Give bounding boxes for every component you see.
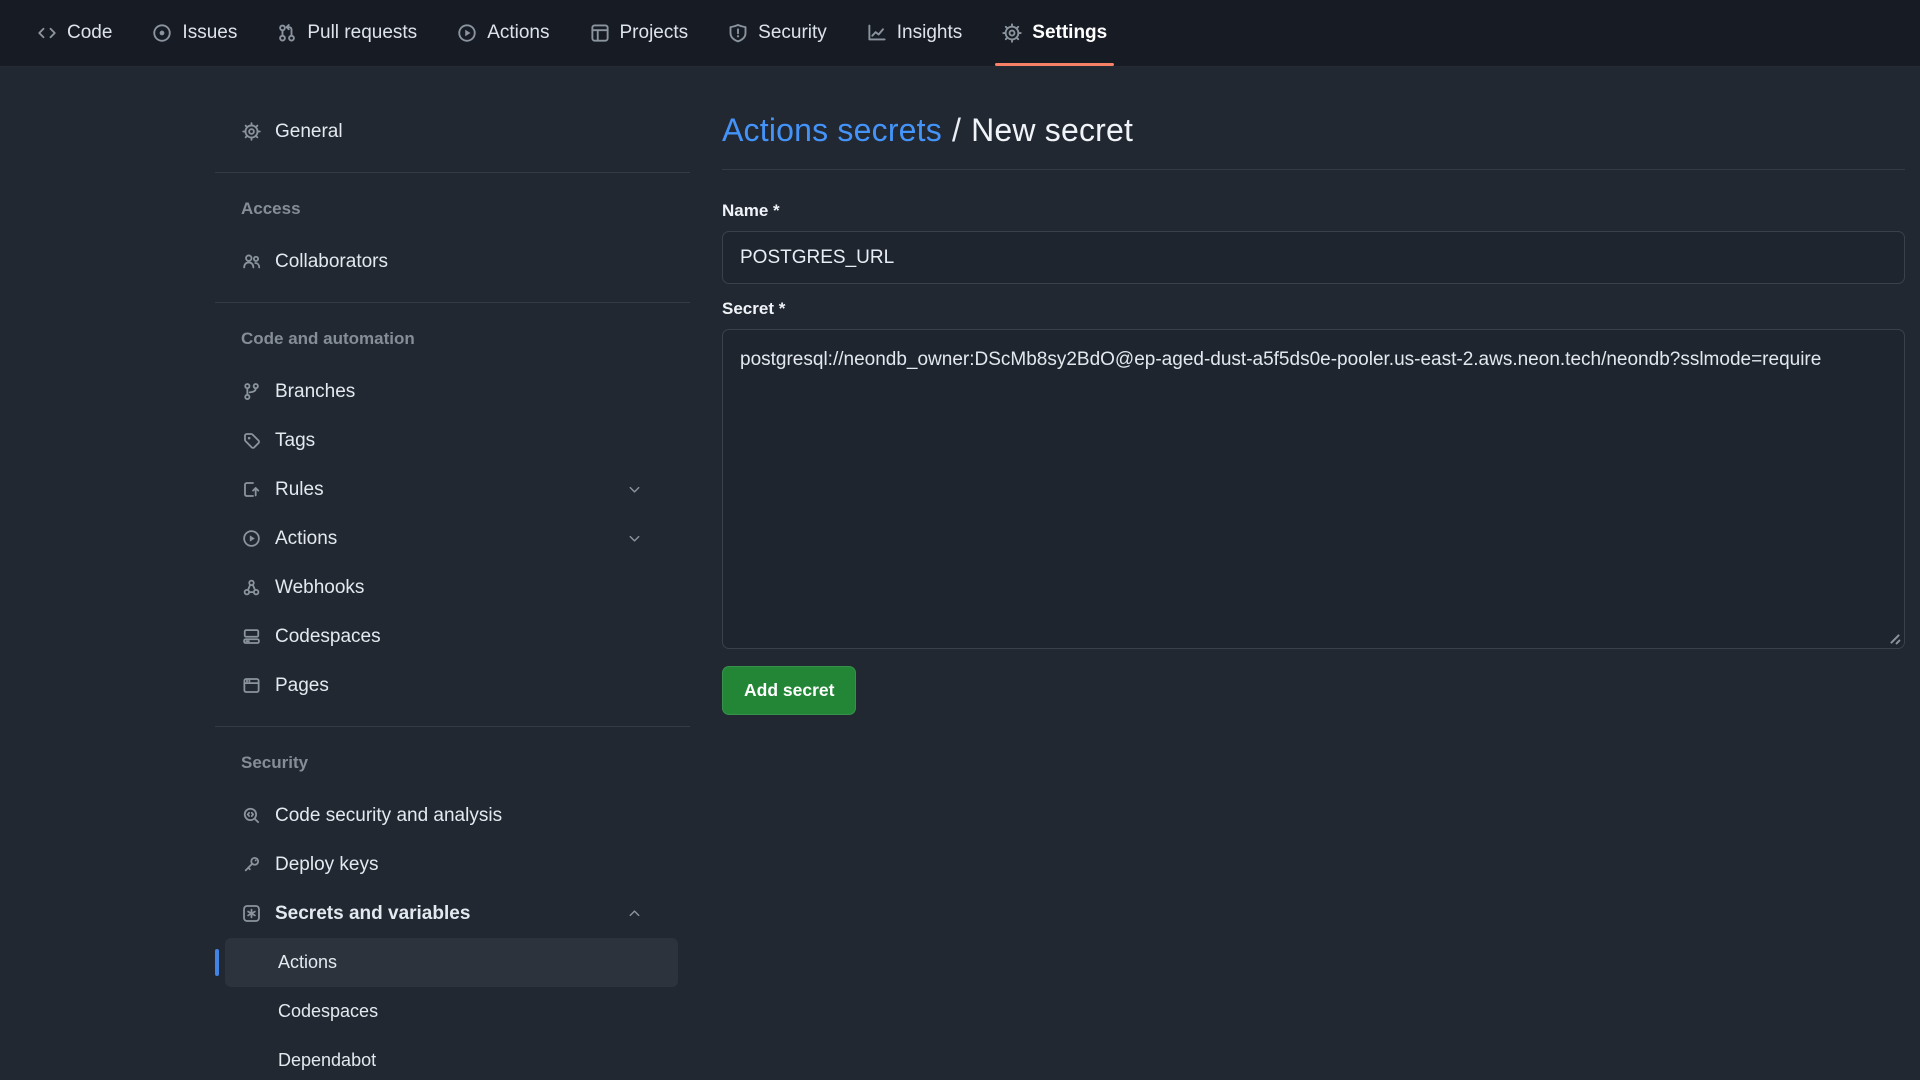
git-pull-request-icon bbox=[277, 23, 297, 43]
tab-actions[interactable]: Actions bbox=[442, 0, 564, 66]
add-secret-button[interactable]: Add secret bbox=[722, 666, 856, 715]
heading-divider bbox=[722, 169, 1905, 170]
play-icon bbox=[457, 23, 477, 43]
sidebar-item-collaborators[interactable]: Collaborators bbox=[215, 237, 678, 286]
sidebar-item-label: Deploy keys bbox=[275, 854, 379, 876]
sidebar-item-webhooks[interactable]: Webhooks bbox=[215, 563, 678, 612]
sidebar-subitem-dependabot[interactable]: Dependabot bbox=[225, 1036, 678, 1080]
tab-insights[interactable]: Insights bbox=[852, 0, 977, 66]
codespaces-icon bbox=[242, 627, 261, 646]
webhook-icon bbox=[242, 578, 261, 597]
sidebar-divider bbox=[215, 302, 690, 303]
page-title: Actions secrets / New secret bbox=[722, 112, 1905, 149]
chevron-down-icon[interactable] bbox=[627, 482, 642, 497]
sidebar-section-code-and-automation: Code and automation bbox=[215, 327, 690, 351]
sidebar-item-label: Collaborators bbox=[275, 251, 388, 273]
secret-textarea-wrap: postgresql://neondb_owner:DScMb8sy2BdO@e… bbox=[722, 329, 1905, 649]
tab-label: Issues bbox=[182, 22, 237, 44]
sidebar-item-label: Codespaces bbox=[278, 1001, 378, 1022]
git-branch-icon bbox=[242, 382, 261, 401]
sidebar-item-pages[interactable]: Pages bbox=[215, 661, 678, 710]
secret-label: Secret * bbox=[722, 299, 1905, 319]
shield-icon bbox=[728, 23, 748, 43]
settings-sidebar: General Access Collaborators Code and au… bbox=[215, 67, 690, 1080]
sidebar-item-code-security[interactable]: Code security and analysis bbox=[215, 791, 678, 840]
sidebar-item-tags[interactable]: Tags bbox=[215, 416, 678, 465]
gear-icon bbox=[242, 122, 261, 141]
name-label: Name * bbox=[722, 201, 1905, 221]
sidebar-item-label: Actions bbox=[275, 528, 337, 550]
sidebar-divider bbox=[215, 726, 690, 727]
secret-value-textarea[interactable]: postgresql://neondb_owner:DScMb8sy2BdO@e… bbox=[722, 329, 1905, 649]
sidebar-item-label: Webhooks bbox=[275, 577, 364, 599]
sidebar-item-actions[interactable]: Actions bbox=[215, 514, 678, 563]
breadcrumb-current: New secret bbox=[971, 112, 1133, 148]
sidebar-item-codespaces[interactable]: Codespaces bbox=[215, 612, 678, 661]
sidebar-item-label: Actions bbox=[278, 952, 337, 973]
sidebar-item-label: Codespaces bbox=[275, 626, 381, 648]
sidebar-item-secrets-and-variables[interactable]: Secrets and variables bbox=[215, 889, 678, 938]
sidebar-section-security: Security bbox=[215, 751, 690, 775]
sidebar-subitem-actions[interactable]: Actions bbox=[225, 938, 678, 987]
tab-pull-requests[interactable]: Pull requests bbox=[262, 0, 432, 66]
tab-code[interactable]: Code bbox=[22, 0, 127, 66]
tab-label: Projects bbox=[620, 22, 689, 44]
sidebar-divider bbox=[215, 172, 690, 173]
chevron-up-icon[interactable] bbox=[627, 906, 642, 921]
sidebar-item-label: General bbox=[275, 121, 343, 143]
sidebar-subitem-codespaces[interactable]: Codespaces bbox=[225, 987, 678, 1036]
secret-asterisk-icon bbox=[242, 904, 261, 923]
tab-label: Insights bbox=[897, 22, 962, 44]
play-icon bbox=[242, 529, 261, 548]
people-icon bbox=[242, 252, 261, 271]
tab-label: Settings bbox=[1032, 22, 1107, 44]
tab-security[interactable]: Security bbox=[713, 0, 842, 66]
table-icon bbox=[590, 23, 610, 43]
sidebar-item-rules[interactable]: Rules bbox=[215, 465, 678, 514]
sidebar-item-label: Rules bbox=[275, 479, 324, 501]
breadcrumb-separator: / bbox=[952, 112, 961, 148]
sidebar-item-label: Branches bbox=[275, 381, 355, 403]
tab-label: Security bbox=[758, 22, 827, 44]
sidebar-item-branches[interactable]: Branches bbox=[215, 367, 678, 416]
actions-secrets-link[interactable]: Actions secrets bbox=[722, 112, 942, 148]
code-icon bbox=[37, 23, 57, 43]
sidebar-item-label: Secrets and variables bbox=[275, 903, 470, 925]
new-secret-panel: Actions secrets / New secret Name * Secret… bbox=[690, 67, 1920, 1080]
sidebar-item-label: Pages bbox=[275, 675, 329, 697]
repo-nav: Code Issues Pull requests Actions bbox=[0, 0, 1920, 67]
tab-label: Code bbox=[67, 22, 112, 44]
rules-icon bbox=[242, 480, 261, 499]
tag-icon bbox=[242, 431, 261, 450]
sidebar-item-label: Tags bbox=[275, 430, 315, 452]
key-icon bbox=[242, 855, 261, 874]
sidebar-item-label: Dependabot bbox=[278, 1050, 376, 1071]
tab-label: Actions bbox=[487, 22, 549, 44]
codescan-icon bbox=[242, 806, 261, 825]
secret-name-input[interactable] bbox=[722, 231, 1905, 284]
sidebar-item-deploy-keys[interactable]: Deploy keys bbox=[215, 840, 678, 889]
sidebar-section-access: Access bbox=[215, 197, 690, 221]
chevron-down-icon[interactable] bbox=[627, 531, 642, 546]
tab-issues[interactable]: Issues bbox=[137, 0, 252, 66]
issue-opened-icon bbox=[152, 23, 172, 43]
tab-label: Pull requests bbox=[307, 22, 417, 44]
graph-icon bbox=[867, 23, 887, 43]
tab-projects[interactable]: Projects bbox=[575, 0, 704, 66]
tab-settings[interactable]: Settings bbox=[987, 0, 1122, 66]
sidebar-item-general[interactable]: General bbox=[215, 107, 678, 156]
browser-icon bbox=[242, 676, 261, 695]
sidebar-item-label: Code security and analysis bbox=[275, 805, 502, 827]
gear-icon bbox=[1002, 23, 1022, 43]
